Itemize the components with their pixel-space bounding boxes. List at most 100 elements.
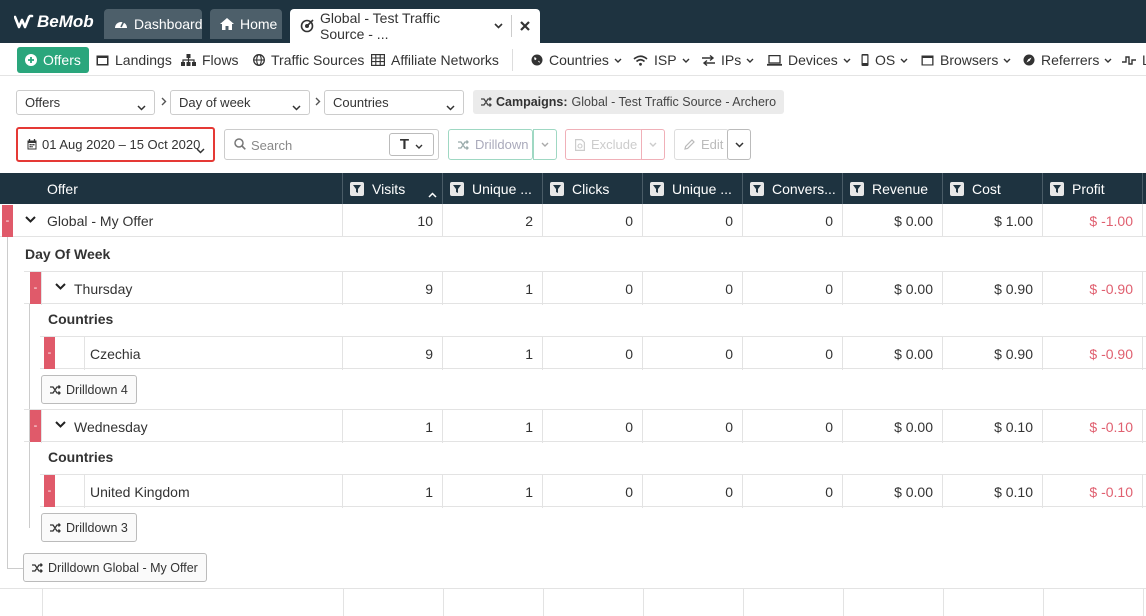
cell-visits-value: 1	[425, 483, 433, 500]
column-header-cost[interactable]: Cost	[943, 173, 1043, 204]
exclude-dropdown-button[interactable]	[641, 129, 665, 160]
compass-icon	[1023, 54, 1035, 66]
cell-conversions-value: 0	[825, 483, 833, 500]
row-collapse-marker[interactable]: -	[30, 410, 41, 442]
nav-devices-label: Devices	[788, 52, 838, 68]
row-collapse-marker[interactable]: -	[30, 272, 41, 304]
sort-asc-icon[interactable]	[428, 185, 437, 201]
group-select-level2[interactable]: Day of week	[170, 90, 310, 115]
shuffle-icon	[50, 384, 61, 395]
drilldown-global-my-offer-button[interactable]: Drilldown Global - My Offer	[23, 553, 207, 582]
row-indent-cell	[57, 337, 85, 370]
nav-traffic-sources[interactable]: Traffic Sources	[253, 47, 364, 73]
nav-browsers[interactable]: Browsers	[921, 47, 1011, 73]
column-header-conversions[interactable]: Convers...	[743, 173, 843, 204]
table-row[interactable]: - Czechia 9 1 0 0 0 $ 0.00 $ 0.90 $ -0.9…	[40, 336, 1146, 370]
group-select-level1[interactable]: Offers	[16, 90, 155, 115]
minus-label: -	[33, 420, 38, 432]
bemob-logo-icon	[14, 14, 34, 29]
row-collapse-marker[interactable]: -	[44, 337, 55, 369]
close-icon[interactable]	[520, 18, 530, 35]
campaign-filter-prefix: Campaigns:	[496, 95, 568, 109]
cell-revenue-value: $ 0.00	[894, 483, 933, 500]
edit-button[interactable]: Edit	[674, 129, 729, 160]
filter-icon[interactable]	[450, 181, 464, 196]
tab-dashboard[interactable]: Dashboard	[104, 9, 203, 39]
table-row[interactable]: - Thursday 9 1 0 0 0 $ 0.00 $ 0.90 $ -0.…	[24, 271, 1146, 305]
drilldown-label: Drilldown	[475, 137, 529, 152]
group-label-day-of-week: Day Of Week	[25, 246, 111, 262]
row-collapse-marker[interactable]: -	[44, 475, 55, 507]
cell-profit-value: $ -0.90	[1089, 345, 1133, 362]
nav-devices[interactable]: Devices	[767, 47, 851, 73]
globe-icon	[253, 54, 265, 66]
cell-unique-clicks-value: 0	[725, 483, 733, 500]
empty-row-column-line	[743, 588, 744, 616]
nav-os[interactable]: OS	[861, 47, 908, 73]
wifi-icon	[633, 54, 648, 66]
more-actions-dropdown-button[interactable]	[727, 129, 751, 160]
chevron-down-icon[interactable]	[55, 283, 66, 290]
text-filter-button[interactable]: T	[389, 133, 434, 156]
nav-landings[interactable]: Landings	[96, 47, 172, 73]
column-header-clicks[interactable]: Clicks	[543, 173, 643, 204]
chevron-down-icon[interactable]	[25, 216, 36, 223]
filter-icon[interactable]	[1050, 181, 1064, 196]
cell-profit-value: $ -1.00	[1089, 212, 1133, 229]
filter-icon[interactable]	[350, 181, 364, 196]
table-row[interactable]: - United Kingdom 1 1 0 0 0 $ 0.00 $ 0.10…	[40, 474, 1146, 508]
nav-countries[interactable]: Countries	[531, 47, 622, 73]
drilldown-4-button[interactable]: Drilldown 4	[41, 375, 137, 404]
date-range-picker[interactable]: 01 Aug 2020 – 15 Oct 2020	[16, 127, 215, 162]
exclude-button[interactable]: Exclude	[565, 129, 643, 160]
nav-more[interactable]: L	[1122, 47, 1146, 73]
drilldown-dropdown-button[interactable]	[533, 129, 557, 160]
filter-icon[interactable]	[650, 181, 664, 196]
column-header-offer[interactable]: Offer	[0, 173, 343, 204]
cell-unique-clicks: 0	[643, 204, 743, 237]
search-input[interactable]	[251, 136, 401, 154]
chevron-down-icon[interactable]	[55, 421, 66, 428]
column-header-revenue[interactable]: Revenue	[843, 173, 943, 204]
column-header-visits[interactable]: Visits	[343, 173, 443, 204]
column-header-unique-clicks[interactable]: Unique ...	[643, 173, 743, 204]
nav-referrers[interactable]: Referrers	[1023, 47, 1112, 73]
drilldown-button[interactable]: Drilldown	[448, 129, 533, 160]
report-nav-bar: Offers Landings Flows Traffic Sources Af…	[0, 43, 1146, 76]
tab-campaign[interactable]: Global - Test Traffic Source - ...	[290, 9, 540, 43]
table-row[interactable]: - Global - My Offer 10 2 0 0 0 $ 0.00 $ …	[0, 204, 1146, 237]
globe-icon	[531, 54, 543, 66]
shuffle-icon	[481, 97, 492, 107]
cell-visits: 1	[343, 410, 443, 443]
row-name: United Kingdom	[90, 483, 190, 500]
column-header-unique-visits[interactable]: Unique ...	[443, 173, 543, 204]
nav-isp[interactable]: ISP	[633, 47, 690, 73]
chevron-down-icon[interactable]	[494, 23, 503, 29]
nav-flows[interactable]: Flows	[181, 47, 239, 73]
nav-ips[interactable]: IPs	[702, 47, 754, 73]
row-collapse-marker[interactable]: -	[2, 205, 13, 237]
nav-browsers-label: Browsers	[940, 52, 999, 68]
cell-clicks: 0	[543, 475, 643, 508]
cell-revenue: $ 0.00	[843, 204, 943, 237]
drilldown-3-button[interactable]: Drilldown 3	[41, 513, 137, 542]
table-row[interactable]: - Wednesday 1 1 0 0 0 $ 0.00 $ 0.10 $ -0…	[24, 409, 1146, 443]
cell-cost: $ 0.90	[943, 272, 1043, 305]
cell-clicks-value: 0	[625, 345, 633, 362]
tab-dashboard-label: Dashboard	[134, 16, 203, 32]
nav-affiliate-networks[interactable]: Affiliate Networks	[371, 47, 499, 73]
filter-icon[interactable]	[950, 181, 964, 196]
bemob-logo[interactable]: BeMob	[14, 10, 94, 34]
campaign-filter-tag[interactable]: Campaigns: Global - Test Traffic Source …	[473, 90, 785, 114]
tab-home[interactable]: Home	[210, 9, 282, 39]
group-select-level2-value: Day of week	[179, 95, 251, 110]
filter-icon[interactable]	[750, 181, 764, 196]
cell-unique-clicks: 0	[643, 475, 743, 508]
nav-offers[interactable]: Offers	[17, 47, 89, 73]
shuffle-icon	[458, 139, 469, 150]
filter-icon[interactable]	[850, 181, 864, 196]
filter-icon[interactable]	[550, 181, 564, 196]
column-header-profit[interactable]: Profit	[1043, 173, 1143, 204]
group-select-level3[interactable]: Countries	[324, 90, 464, 115]
network-icon	[371, 54, 385, 66]
